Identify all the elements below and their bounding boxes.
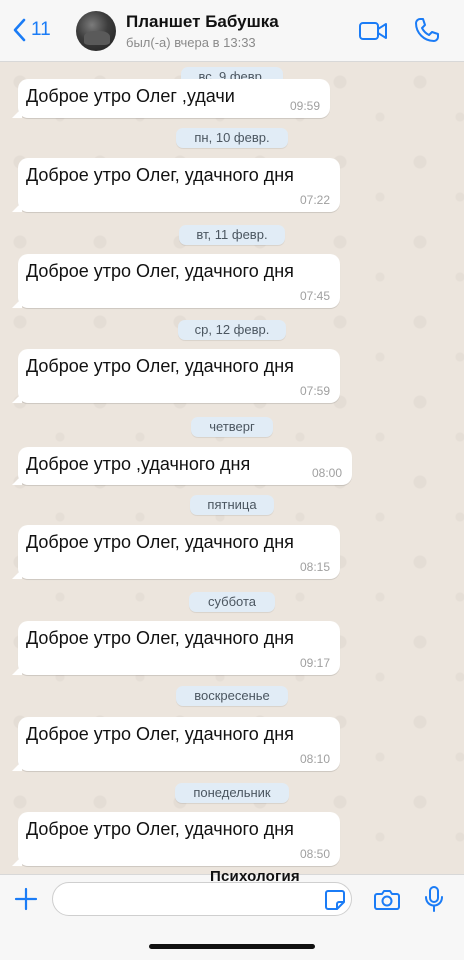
message-text: Доброе утро Олег, удачного дня xyxy=(26,532,294,552)
chat-area[interactable]: вс, 9 февр. Доброе утро Олег ,удачи 09:5… xyxy=(0,62,464,874)
message-text: Доброе утро Олег, удачного дня xyxy=(26,261,294,281)
video-camera-icon[interactable] xyxy=(358,20,388,42)
message-time: 07:59 xyxy=(299,384,330,398)
phone-icon[interactable] xyxy=(414,17,440,43)
date-separator: суббота xyxy=(189,592,275,612)
message-input[interactable] xyxy=(52,882,352,916)
message-text: Доброе утро Олег, удачного дня xyxy=(26,356,294,376)
home-indicator xyxy=(149,944,315,949)
message-time: 08:15 xyxy=(299,560,330,574)
message-text: Доброе утро Олег ,удачи xyxy=(26,86,235,106)
chat-header: 11 Планшет Бабушка был(-а) вчера в 13:33 xyxy=(0,0,464,62)
message-bubble[interactable]: Доброе утро ,удачного дня 08:00 xyxy=(12,447,352,485)
avatar[interactable] xyxy=(76,11,116,51)
message-bubble[interactable]: Доброе утро Олег, удачного дня 07:22 xyxy=(12,158,340,212)
message-text: Доброе утро Олег, удачного дня xyxy=(26,724,294,744)
date-separator: ср, 12 февр. xyxy=(178,320,286,340)
chevron-left-icon xyxy=(13,18,26,42)
message-time: 07:45 xyxy=(299,289,330,303)
message-bubble[interactable]: Доброе утро Олег, удачного дня 08:15 xyxy=(12,525,340,579)
message-bubble[interactable]: Доброе утро Олег, удачного дня 08:50 xyxy=(12,812,340,866)
unread-count: 11 xyxy=(31,19,51,40)
date-separator: четверг xyxy=(191,417,273,437)
contact-name[interactable]: Планшет Бабушка xyxy=(126,12,279,32)
watermark-logo: Психология xyxy=(210,868,300,885)
message-text: Доброе утро ,удачного дня xyxy=(26,454,251,474)
back-button[interactable]: 11 xyxy=(12,18,51,42)
camera-icon[interactable] xyxy=(374,887,400,911)
message-time: 08:50 xyxy=(299,847,330,861)
message-bubble[interactable]: Доброе утро Олег, удачного дня 08:10 xyxy=(12,717,340,771)
sticker-icon[interactable] xyxy=(324,889,346,911)
last-seen-status: был(-а) вчера в 13:33 xyxy=(126,35,256,50)
message-time: 09:17 xyxy=(299,656,330,670)
message-bubble[interactable]: Доброе утро Олег ,удачи 09:59 xyxy=(12,79,330,118)
message-text: Доброе утро Олег, удачного дня xyxy=(26,165,294,185)
message-time: 07:22 xyxy=(299,193,330,207)
date-separator: пн, 10 февр. xyxy=(176,128,288,148)
date-separator: понедельник xyxy=(175,783,289,803)
message-bubble[interactable]: Доброе утро Олег, удачного дня 07:59 xyxy=(12,349,340,403)
date-separator: пятница xyxy=(190,495,274,515)
message-text: Доброе утро Олег, удачного дня xyxy=(26,628,294,648)
message-time: 08:10 xyxy=(299,752,330,766)
message-time: 08:00 xyxy=(311,466,342,480)
microphone-icon[interactable] xyxy=(424,885,444,913)
date-separator: вт, 11 февр. xyxy=(179,225,285,245)
date-separator: воскресенье xyxy=(176,686,288,706)
message-bubble[interactable]: Доброе утро Олег, удачного дня 07:45 xyxy=(12,254,340,308)
message-bubble[interactable]: Доброе утро Олег, удачного дня 09:17 xyxy=(12,621,340,675)
message-text: Доброе утро Олег, удачного дня xyxy=(26,819,294,839)
message-time: 09:59 xyxy=(289,99,320,113)
plus-icon[interactable] xyxy=(14,887,38,911)
